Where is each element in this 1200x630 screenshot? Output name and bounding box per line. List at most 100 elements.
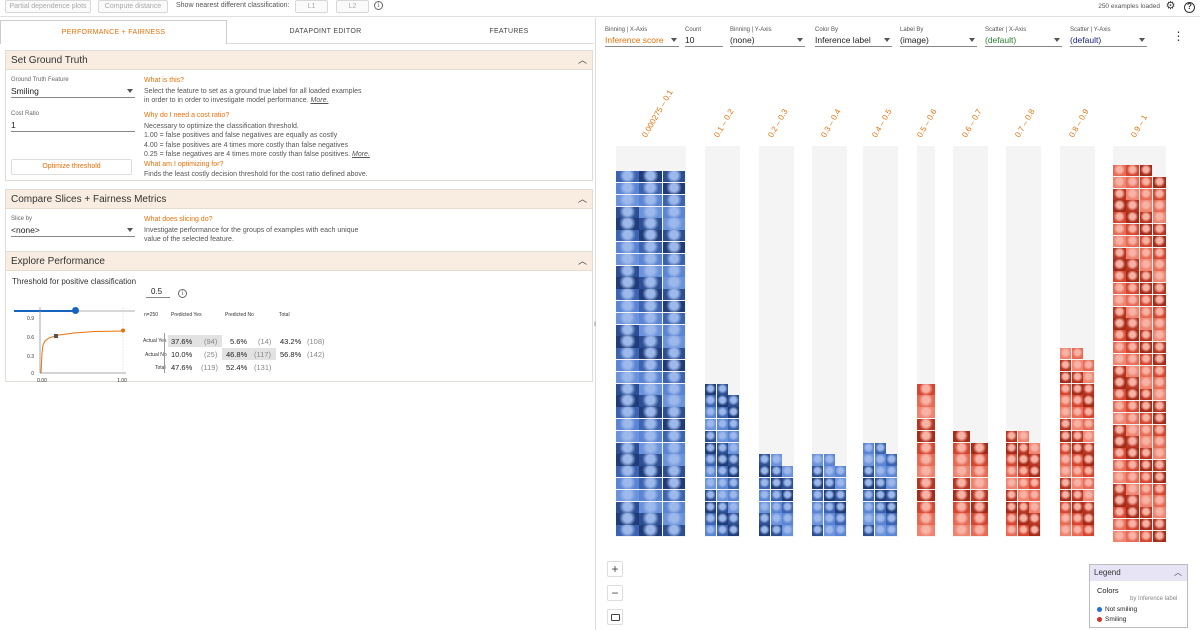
face-thumbnail[interactable] — [835, 513, 847, 525]
face-thumbnail[interactable] — [1152, 247, 1166, 259]
face-thumbnail[interactable] — [1152, 342, 1166, 354]
face-thumbnail[interactable] — [917, 466, 935, 478]
tab-features[interactable]: FEATURES — [424, 20, 594, 44]
face-thumbnail[interactable] — [1029, 466, 1041, 478]
face-thumbnail[interactable] — [1152, 495, 1166, 507]
face-thumbnail[interactable] — [1126, 224, 1139, 236]
face-thumbnail[interactable] — [705, 466, 717, 478]
face-thumbnail[interactable] — [953, 525, 970, 537]
face-thumbnail[interactable] — [1083, 466, 1095, 478]
face-thumbnail[interactable] — [705, 525, 717, 537]
face-thumbnail[interactable] — [917, 430, 935, 443]
face-thumbnail[interactable] — [1060, 418, 1072, 431]
face-thumbnail[interactable] — [917, 513, 935, 525]
face-thumbnail[interactable] — [1126, 412, 1139, 425]
face-thumbnail[interactable] — [1126, 330, 1139, 342]
face-thumbnail[interactable] — [917, 383, 935, 395]
face-thumbnail[interactable] — [1083, 489, 1095, 502]
face-thumbnail[interactable] — [1029, 501, 1041, 513]
face-thumbnail[interactable] — [639, 454, 663, 466]
face-thumbnail[interactable] — [1006, 442, 1018, 454]
face-thumbnail[interactable] — [1006, 454, 1018, 466]
face-thumbnail[interactable] — [616, 182, 639, 195]
face-thumbnail[interactable] — [1152, 460, 1166, 472]
face-thumbnail[interactable] — [705, 383, 717, 395]
face-thumbnail[interactable] — [1017, 466, 1029, 478]
face-thumbnail[interactable] — [917, 407, 935, 419]
face-thumbnail[interactable] — [1113, 495, 1126, 507]
face-thumbnail[interactable] — [1113, 377, 1126, 389]
face-thumbnail[interactable] — [616, 336, 639, 348]
face-thumbnail[interactable] — [874, 477, 886, 490]
face-thumbnail[interactable] — [639, 171, 663, 183]
face-thumbnail[interactable] — [812, 489, 824, 502]
face-thumbnail[interactable] — [662, 418, 686, 431]
face-thumbnail[interactable] — [1060, 466, 1072, 478]
face-thumbnail[interactable] — [1152, 530, 1166, 543]
face-thumbnail[interactable] — [917, 395, 935, 407]
face-thumbnail[interactable] — [1126, 259, 1139, 271]
face-thumbnail[interactable] — [616, 348, 639, 360]
face-thumbnail[interactable] — [1139, 436, 1153, 448]
face-thumbnail[interactable] — [886, 477, 898, 490]
face-thumbnail[interactable] — [662, 501, 686, 513]
face-thumbnail[interactable] — [639, 442, 663, 454]
face-thumbnail[interactable] — [616, 171, 639, 183]
face-thumbnail[interactable] — [812, 466, 824, 478]
face-thumbnail[interactable] — [1152, 306, 1166, 318]
face-thumbnail[interactable] — [705, 407, 717, 419]
face-thumbnail[interactable] — [1126, 507, 1139, 519]
face-thumbnail[interactable] — [1126, 176, 1139, 189]
face-thumbnail[interactable] — [662, 489, 686, 502]
face-thumbnail[interactable] — [662, 265, 686, 277]
face-thumbnail[interactable] — [639, 241, 663, 254]
control-select[interactable]: (image) — [900, 35, 977, 47]
face-thumbnail[interactable] — [728, 477, 740, 490]
face-thumbnail[interactable] — [1071, 430, 1083, 443]
face-thumbnail[interactable] — [1060, 359, 1072, 372]
face-thumbnail[interactable] — [705, 454, 717, 466]
face-thumbnail[interactable] — [812, 525, 824, 537]
face-thumbnail[interactable] — [662, 513, 686, 525]
face-thumbnail[interactable] — [616, 466, 639, 478]
face-thumbnail[interactable] — [716, 430, 728, 443]
tab-performance-fairness[interactable]: PERFORMANCE + FAIRNESS — [0, 20, 227, 44]
slice-by-select[interactable]: <none> — [11, 225, 135, 237]
face-thumbnail[interactable] — [616, 395, 639, 407]
face-thumbnail[interactable] — [759, 489, 771, 502]
face-thumbnail[interactable] — [1139, 200, 1153, 212]
face-thumbnail[interactable] — [616, 206, 639, 218]
face-thumbnail[interactable] — [970, 525, 988, 537]
face-thumbnail[interactable] — [662, 348, 686, 360]
face-thumbnail[interactable] — [616, 289, 639, 301]
face-thumbnail[interactable] — [1071, 466, 1083, 478]
face-thumbnail[interactable] — [1152, 353, 1166, 366]
face-thumbnail[interactable] — [1083, 430, 1095, 443]
face-thumbnail[interactable] — [1152, 176, 1166, 189]
face-thumbnail[interactable] — [662, 371, 686, 384]
face-thumbnail[interactable] — [835, 525, 847, 537]
face-thumbnail[interactable] — [886, 489, 898, 502]
face-thumbnail[interactable] — [953, 477, 970, 490]
control-select[interactable]: 10 — [685, 35, 723, 47]
face-thumbnail[interactable] — [1113, 389, 1126, 401]
face-thumbnail[interactable] — [1029, 454, 1041, 466]
face-thumbnail[interactable] — [1060, 513, 1072, 525]
chevron-up-icon[interactable]: ︿ — [1174, 565, 1182, 581]
face-thumbnail[interactable] — [662, 206, 686, 218]
face-thumbnail[interactable] — [970, 489, 988, 502]
face-thumbnail[interactable] — [1071, 395, 1083, 407]
face-thumbnail[interactable] — [770, 466, 782, 478]
face-thumbnail[interactable] — [662, 194, 686, 207]
face-thumbnail[interactable] — [716, 477, 728, 490]
face-thumbnail[interactable] — [1139, 212, 1153, 224]
face-thumbnail[interactable] — [616, 430, 639, 443]
face-thumbnail[interactable] — [1152, 471, 1166, 484]
face-thumbnail[interactable] — [1126, 188, 1139, 200]
help-icon[interactable]: ? — [1183, 0, 1196, 13]
face-thumbnail[interactable] — [616, 230, 639, 242]
face-thumbnail[interactable] — [1139, 271, 1153, 283]
threshold-input[interactable]: 0.5 — [146, 287, 170, 298]
face-thumbnail[interactable] — [639, 418, 663, 431]
face-thumbnail[interactable] — [639, 489, 663, 502]
